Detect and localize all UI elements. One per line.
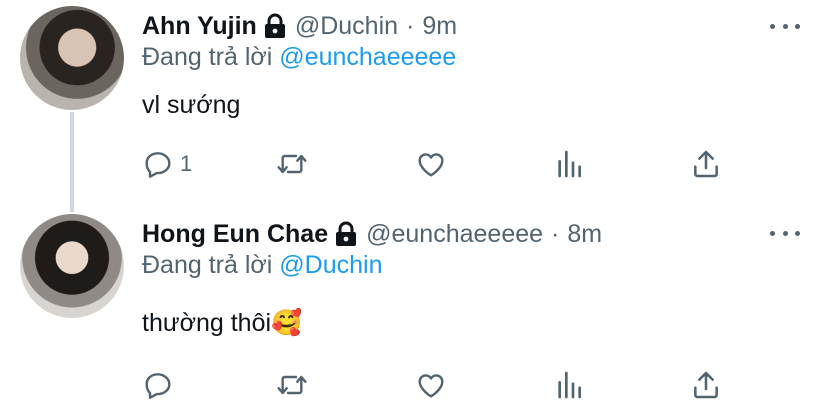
avatar[interactable] bbox=[20, 6, 124, 110]
like-button[interactable] bbox=[415, 146, 447, 182]
retweet-icon bbox=[277, 154, 307, 174]
replying-to: Đang trả lời @eunchaeeeee bbox=[142, 43, 456, 72]
more-icon[interactable] bbox=[770, 16, 800, 36]
more-icon[interactable] bbox=[770, 223, 800, 243]
tweet-header: Ahn Yujin @Duchin · 9m bbox=[142, 10, 457, 42]
stats-icon bbox=[558, 371, 581, 399]
reply-button[interactable] bbox=[142, 367, 174, 403]
handle[interactable]: @Duchin bbox=[295, 12, 398, 41]
avatar[interactable] bbox=[20, 214, 124, 318]
action-bar bbox=[0, 367, 828, 403]
stats-button[interactable] bbox=[553, 367, 585, 403]
timestamp[interactable]: 9m bbox=[422, 12, 457, 41]
retweet-button[interactable] bbox=[276, 367, 308, 403]
mention-link[interactable]: @Duchin bbox=[279, 251, 382, 279]
handle[interactable]: @eunchaeeeee bbox=[366, 220, 543, 249]
replying-to: Đang trả lời @Duchin bbox=[142, 251, 383, 280]
tweet[interactable]: Ahn Yujin @Duchin · 9m Đang trả lời @eun… bbox=[0, 0, 828, 212]
replying-prefix: Đang trả lời bbox=[142, 251, 273, 279]
lock-icon bbox=[334, 221, 358, 247]
mention-link[interactable]: @eunchaeeeee bbox=[279, 43, 456, 71]
stats-button[interactable] bbox=[553, 146, 585, 182]
tweet-header: Hong Eun Chae @eunchaeeeee · 8m bbox=[142, 218, 602, 250]
separator: · bbox=[406, 11, 415, 40]
replying-prefix: Đang trả lời bbox=[142, 43, 273, 71]
stats-icon bbox=[558, 150, 581, 178]
reply-count: 1 bbox=[180, 151, 193, 176]
share-button[interactable] bbox=[690, 367, 722, 403]
share-icon bbox=[694, 150, 718, 178]
like-button[interactable] bbox=[415, 367, 447, 403]
share-button[interactable] bbox=[690, 146, 722, 182]
heart-icon bbox=[418, 374, 444, 398]
separator: · bbox=[551, 219, 560, 248]
tweet[interactable]: Hong Eun Chae @eunchaeeeee · 8m Đang trả… bbox=[0, 210, 828, 403]
retweet-button[interactable] bbox=[276, 146, 308, 182]
tweet-text: vl sướng bbox=[142, 91, 241, 119]
timestamp[interactable]: 8m bbox=[567, 220, 602, 249]
action-bar: 1 bbox=[0, 146, 828, 182]
share-icon bbox=[694, 371, 718, 399]
display-name[interactable]: Ahn Yujin bbox=[142, 12, 257, 41]
heart-icon bbox=[418, 153, 444, 177]
retweet-icon bbox=[277, 375, 307, 395]
reply-icon bbox=[145, 373, 171, 399]
reply-button[interactable]: 1 bbox=[142, 146, 192, 182]
reply-icon bbox=[145, 152, 171, 178]
tweet-text: thường thôi🥰 bbox=[142, 309, 303, 337]
lock-icon bbox=[263, 13, 287, 39]
display-name[interactable]: Hong Eun Chae bbox=[142, 220, 328, 249]
